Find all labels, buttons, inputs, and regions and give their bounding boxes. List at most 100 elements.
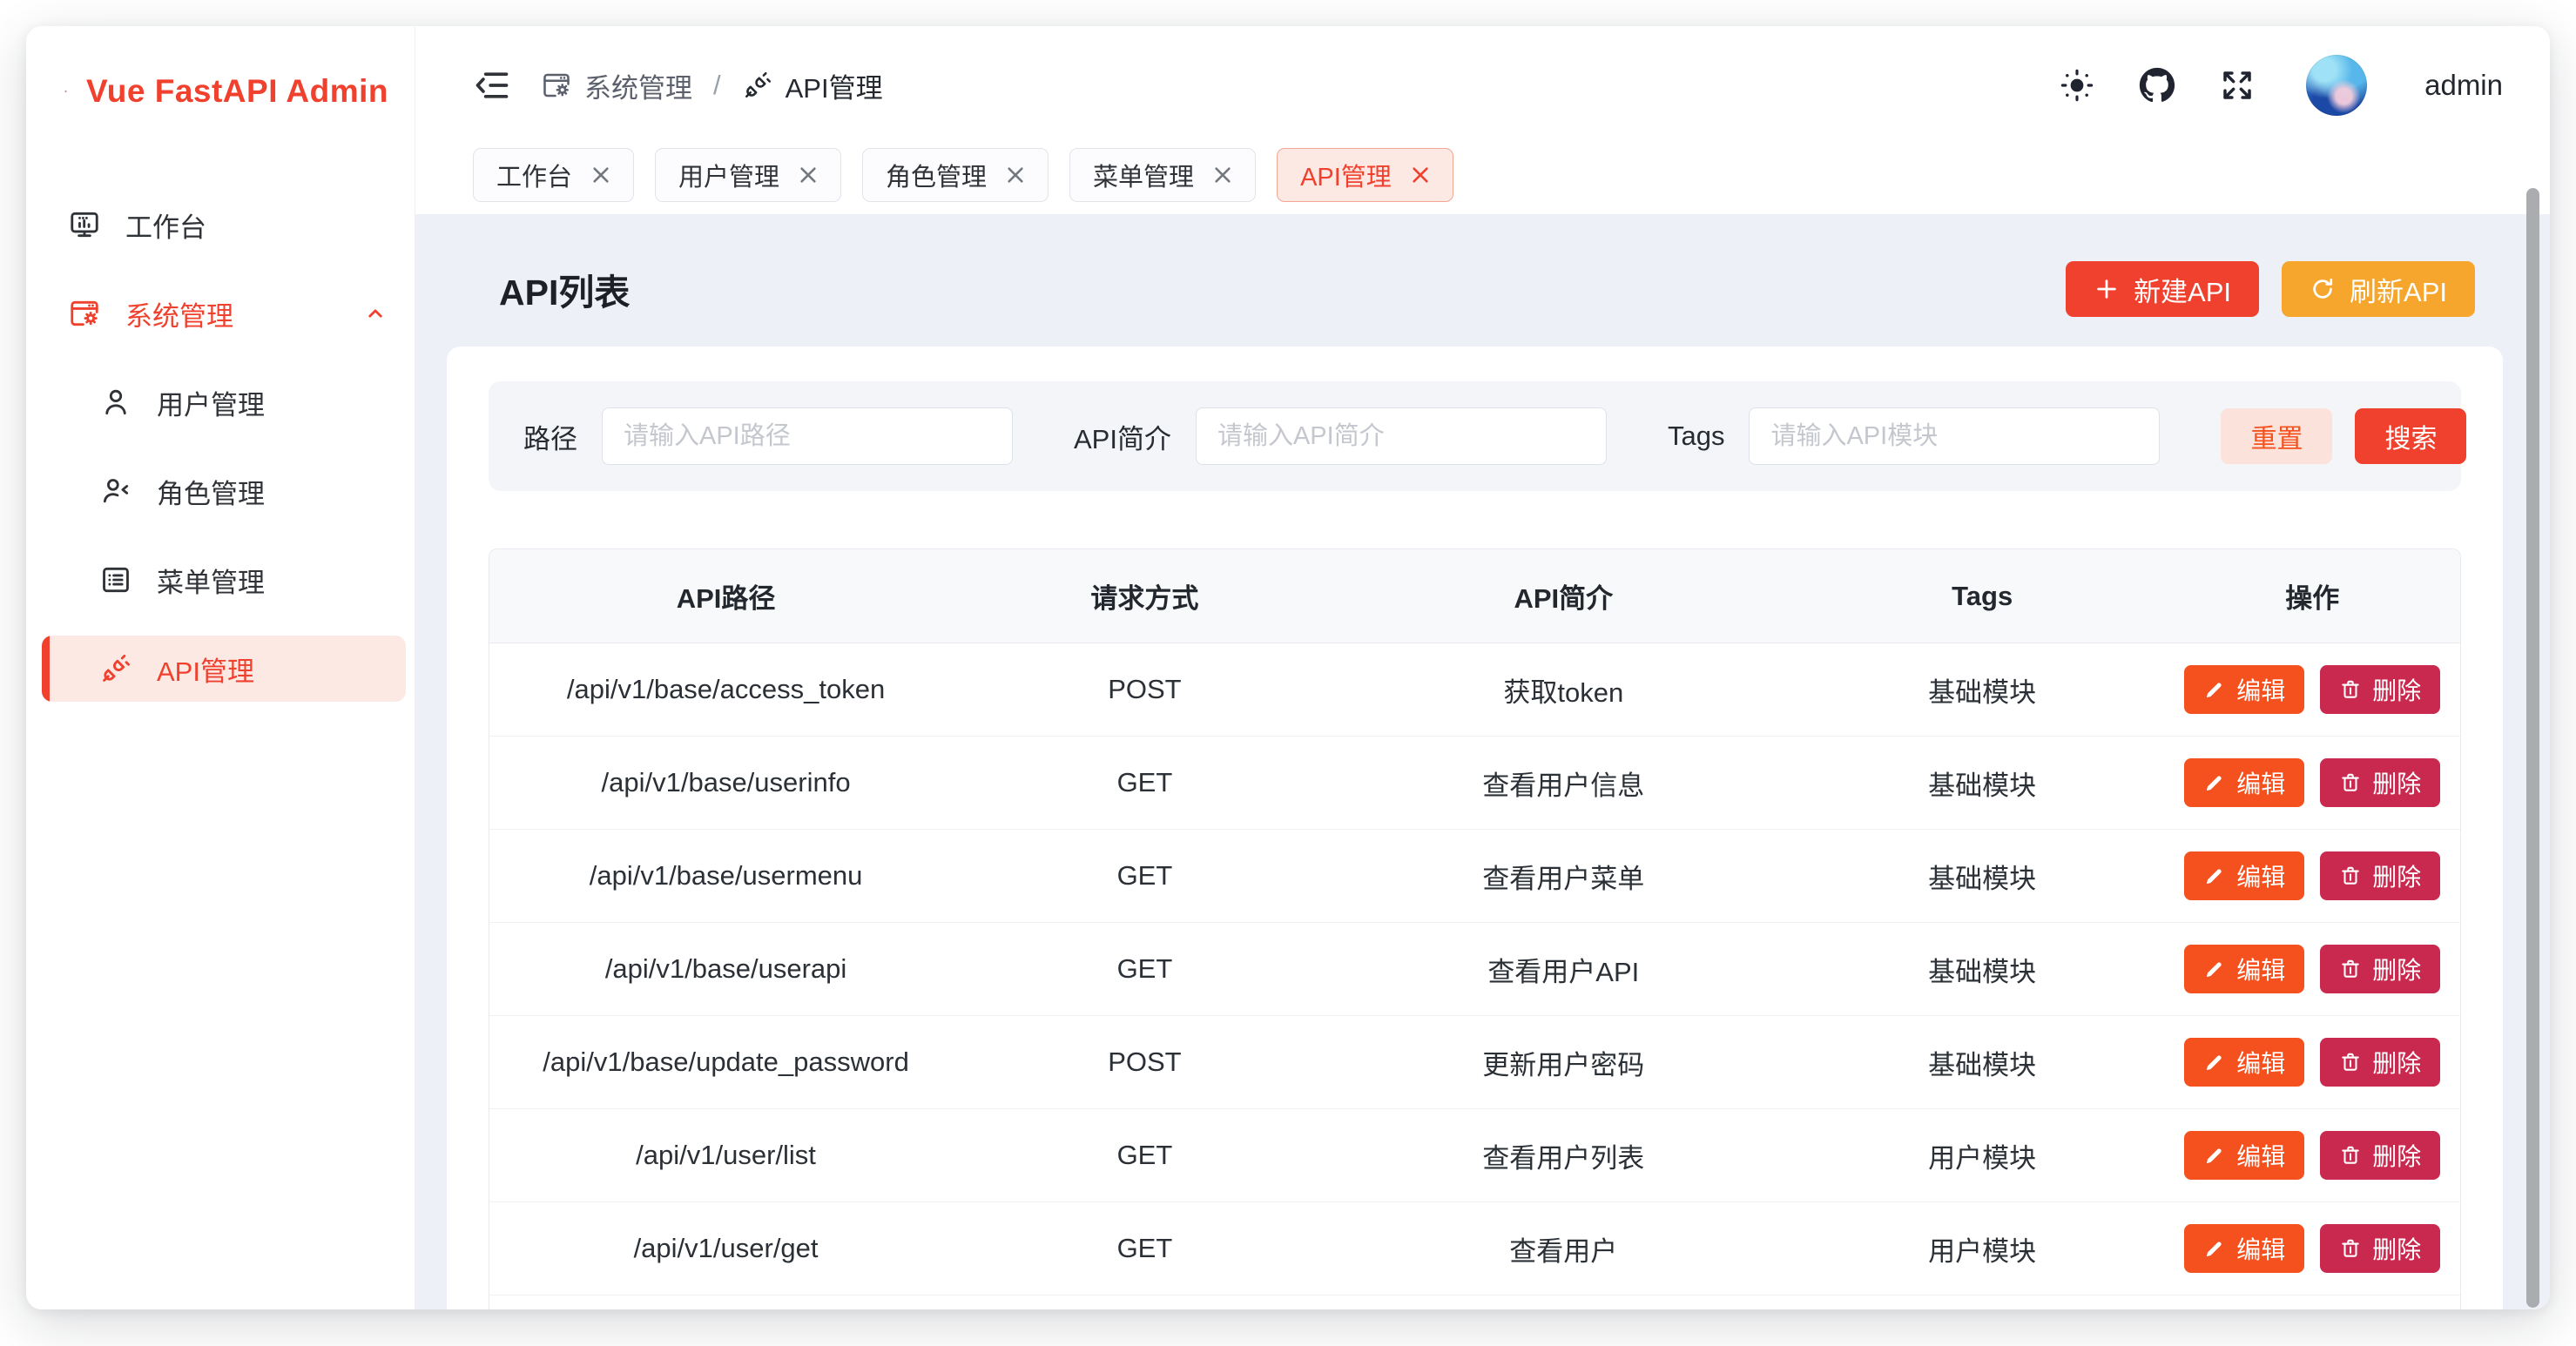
api-path-cell: /api/v1/base/userinfo: [489, 767, 962, 798]
tab[interactable]: 工作台: [473, 148, 634, 202]
delete-label: 删除: [2372, 1045, 2421, 1080]
summary-cell: 获取token: [1327, 670, 1800, 710]
username[interactable]: admin: [2424, 69, 2503, 102]
trash-icon: [2339, 1051, 2362, 1073]
content-header: API列表 新建API 刷新API: [447, 246, 2503, 333]
path-input[interactable]: [602, 407, 1013, 465]
new-api-label: 新建API: [2134, 270, 2231, 309]
pencil-icon: [2203, 678, 2226, 701]
column-header: Tags: [1800, 581, 2165, 612]
app-title: Vue FastAPI Admin: [86, 73, 388, 110]
tab[interactable]: 角色管理: [862, 148, 1049, 202]
scrollbar-thumb[interactable]: [2526, 188, 2539, 1308]
api-path-cell: /api/v1/base/usermenu: [489, 860, 962, 892]
delete-button[interactable]: 删除: [2320, 1131, 2440, 1180]
close-icon[interactable]: [1213, 165, 1232, 185]
actions-cell: 编辑 删除: [2165, 1131, 2460, 1180]
method-cell: GET: [962, 767, 1327, 798]
topbar: 系统管理 / API管理 admin: [415, 26, 2550, 145]
sidebar-item-label: 角色管理: [157, 472, 265, 511]
chick-logo-icon: [64, 61, 67, 122]
delete-button[interactable]: 删除: [2320, 1038, 2440, 1087]
fullscreen-icon[interactable]: [2219, 67, 2256, 104]
summary-input[interactable]: [1196, 407, 1607, 465]
edit-button[interactable]: 编辑: [2184, 1131, 2304, 1180]
refresh-api-button[interactable]: 刷新API: [2282, 261, 2475, 317]
tags-cell: 基础模块: [1800, 764, 2165, 803]
tabbar: 工作台 用户管理 角色管理 菜单管理 API管理: [415, 145, 2550, 214]
sidebar-item-roles[interactable]: 角色管理: [42, 458, 406, 524]
delete-button[interactable]: 删除: [2320, 945, 2440, 993]
collapse-sidebar-icon[interactable]: [473, 66, 511, 104]
logo: Vue FastAPI Admin: [26, 26, 415, 145]
github-icon[interactable]: [2139, 67, 2175, 104]
api-list-card: 路径 API简介 Tags 重置 搜索: [447, 347, 2503, 1309]
delete-button[interactable]: 删除: [2320, 1224, 2440, 1273]
sidebar-item-menus[interactable]: 菜单管理: [42, 547, 406, 613]
api-path-cell: /api/v1/base/access_token: [489, 674, 962, 705]
edit-button[interactable]: 编辑: [2184, 1224, 2304, 1273]
new-api-button[interactable]: 新建API: [2066, 261, 2259, 317]
sidebar-item-api[interactable]: API管理: [42, 636, 406, 702]
theme-sun-icon[interactable]: [2059, 67, 2095, 104]
edit-button[interactable]: 编辑: [2184, 665, 2304, 714]
breadcrumb-item-system[interactable]: 系统管理: [541, 66, 692, 105]
edit-label: 编辑: [2236, 858, 2285, 893]
filter-group-path: 路径: [523, 407, 1013, 465]
breadcrumb-label: API管理: [786, 66, 883, 105]
edit-button[interactable]: 编辑: [2184, 945, 2304, 993]
close-icon[interactable]: [1411, 165, 1430, 185]
close-icon[interactable]: [591, 165, 610, 185]
api-plug-icon: [742, 70, 773, 101]
avatar[interactable]: [2306, 55, 2367, 116]
tab[interactable]: API管理: [1277, 148, 1453, 202]
sidebar-item-label: 工作台: [125, 205, 206, 245]
sidebar-item-users[interactable]: 用户管理: [42, 369, 406, 435]
close-icon[interactable]: [799, 165, 818, 185]
api-path-cell: /api/v1/user/list: [489, 1140, 962, 1171]
sidebar-item-label: API管理: [157, 649, 254, 689]
close-icon[interactable]: [1006, 165, 1025, 185]
edit-label: 编辑: [2236, 1045, 2285, 1080]
table-body: /api/v1/base/access_token POST 获取token 基…: [489, 643, 2460, 1296]
filter-group-summary: API简介: [1074, 407, 1607, 465]
delete-button[interactable]: 删除: [2320, 665, 2440, 714]
breadcrumb-label: 系统管理: [584, 66, 692, 105]
tab[interactable]: 用户管理: [655, 148, 841, 202]
tab[interactable]: 菜单管理: [1069, 148, 1256, 202]
filter-actions: 重置 搜索: [2221, 408, 2466, 464]
pencil-icon: [2203, 865, 2226, 887]
delete-button[interactable]: 删除: [2320, 851, 2440, 900]
delete-label: 删除: [2372, 1231, 2421, 1266]
edit-button[interactable]: 编辑: [2184, 1038, 2304, 1087]
api-path-cell: /api/v1/base/userapi: [489, 953, 962, 985]
delete-label: 删除: [2372, 672, 2421, 707]
sidebar-item-system[interactable]: 系统管理: [42, 280, 406, 347]
search-button[interactable]: 搜索: [2355, 408, 2466, 464]
refresh-api-label: 刷新API: [2350, 270, 2447, 309]
trash-icon: [2339, 1237, 2362, 1260]
actions-cell: 编辑 删除: [2165, 945, 2460, 993]
edit-button[interactable]: 编辑: [2184, 851, 2304, 900]
table-row: /api/v1/base/access_token POST 获取token 基…: [489, 643, 2460, 737]
tags-input[interactable]: [1749, 407, 2160, 465]
delete-label: 删除: [2372, 765, 2421, 800]
summary-cell: 查看用户菜单: [1327, 857, 1800, 896]
edit-button[interactable]: 编辑: [2184, 758, 2304, 807]
sidebar-item-workbench[interactable]: 工作台: [42, 192, 406, 258]
summary-cell: 查看用户: [1327, 1229, 1800, 1269]
actions-cell: 编辑 删除: [2165, 758, 2460, 807]
delete-button[interactable]: 删除: [2320, 758, 2440, 807]
tags-cell: 基础模块: [1800, 857, 2165, 896]
tags-cell: 基础模块: [1800, 670, 2165, 710]
api-table: API路径 请求方式 API简介 Tags 操作 /api/v1/base/ac…: [489, 548, 2461, 1309]
edit-label: 编辑: [2236, 1138, 2285, 1173]
actions-cell: 编辑 删除: [2165, 665, 2460, 714]
reset-button[interactable]: 重置: [2221, 408, 2332, 464]
column-header: 操作: [2165, 576, 2460, 616]
api-path-cell: /api/v1/user/get: [489, 1233, 962, 1264]
summary-label: API简介: [1074, 417, 1171, 456]
sidebar-menu: 工作台 系统管理 用户管理 角色管理 菜单管理: [26, 145, 415, 702]
edit-label: 编辑: [2236, 952, 2285, 986]
user-icon: [99, 386, 132, 419]
